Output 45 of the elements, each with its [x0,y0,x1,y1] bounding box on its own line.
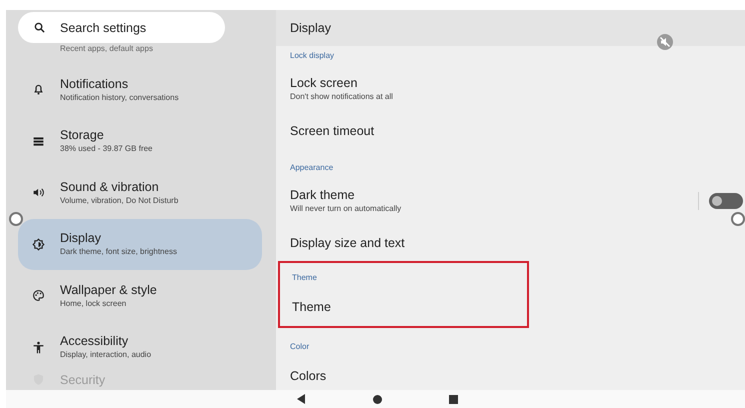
setting-title[interactable]: Screen timeout [290,124,745,138]
setting-title[interactable]: Colors [290,368,745,384]
settings-item[interactable]: Storage 38% used - 39.87 GB free [18,116,262,167]
item-title: Wallpaper & style [60,282,157,298]
setting-subtitle: Don't show notifications at all [290,91,394,102]
setting-subtitle: Will never turn on automatically [290,203,402,214]
item-title: Display [60,231,102,246]
settings-item[interactable]: Accessibility Display, interaction, audio [18,322,262,373]
settings-item[interactable]: Sound & vibration Volume, vibration, Do Not Disturb [18,167,262,218]
section-heading: Lock display [290,50,336,62]
search-field[interactable]: Search settings [18,12,225,43]
settings-item[interactable]: Wallpaper & style Home, lock screen [18,270,262,322]
section-heading: Theme [292,272,318,284]
section-heading: Appearance [290,162,334,174]
item-subtitle: Display, interaction, audio [60,349,152,360]
item-title: Notifications [60,76,130,92]
setting-title[interactable]: Lock screen [290,76,745,91]
back-icon[interactable] [296,394,306,404]
item-subtitle: Recent apps, default apps [59,44,154,55]
settings-item[interactable]: Notifications Notification history, conversations [18,64,262,116]
recents-icon[interactable] [449,394,458,404]
item-title: Storage [60,128,105,144]
item-subtitle: Dark theme, font size, brightness [60,246,177,258]
accessibility-icon [32,340,45,354]
section-heading: Color [290,341,310,353]
item-subtitle: Notification history, conversations [60,92,179,103]
item-title: Accessibility [60,334,130,350]
settings-item[interactable]: Display Dark theme, font size, brightness [18,218,262,270]
item-subtitle: Volume, vibration, Do Not Disturb [60,194,178,206]
palette-icon [32,289,45,302]
setting-title[interactable]: Dark theme [290,188,698,203]
bell-icon [32,83,45,96]
item-subtitle: 38% used - 39.87 GB free [60,143,152,154]
setting-title[interactable]: Display size and text [290,236,745,250]
item-title: Sound & vibration [60,180,160,195]
page-title: Display [276,10,745,46]
setting-title[interactable]: Theme [292,300,527,314]
speaker-icon [32,186,45,200]
storage-icon [32,134,45,148]
toggle-switch[interactable] [709,193,743,209]
item-subtitle: Home, lock screen [60,298,128,309]
search-icon [34,22,45,33]
home-icon[interactable] [373,394,382,404]
brightness-icon [32,238,45,251]
mute-icon [657,34,673,50]
